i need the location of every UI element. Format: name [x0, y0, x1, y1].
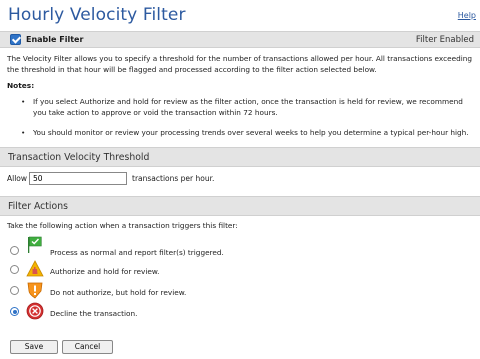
action-option-decline[interactable]: Decline the transaction.: [10, 302, 310, 322]
warning-hand-icon: [26, 260, 44, 277]
page-header: Hourly Velocity Filter Help: [8, 5, 476, 27]
enable-filter-checkbox[interactable]: [10, 34, 21, 45]
cancel-button[interactable]: Cancel: [62, 340, 113, 354]
notes-heading: Notes:: [7, 81, 35, 90]
actions-section-header: Filter Actions: [0, 196, 480, 216]
green-flag-icon: [28, 236, 42, 253]
section-title: Transaction Velocity Threshold: [8, 152, 150, 163]
allow-suffix: transactions per hour.: [132, 174, 215, 183]
option-label: Decline the transaction.: [50, 309, 138, 318]
bullet: •: [21, 97, 26, 106]
radio-no-authorize-hold[interactable]: [10, 286, 19, 295]
option-label: Authorize and hold for review.: [50, 267, 160, 276]
bullet: •: [21, 128, 26, 137]
radio-process[interactable]: [10, 246, 19, 255]
allow-label: Allow: [7, 174, 28, 183]
section-title: Filter Actions: [8, 201, 68, 212]
option-label: Do not authorize, but hold for review.: [50, 288, 187, 297]
enable-filter-bar: Enable Filter Filter Enabled: [0, 31, 480, 48]
option-label: Process as normal and report filter(s) t…: [50, 248, 224, 257]
help-link[interactable]: Help: [458, 11, 476, 20]
note-item: • You should monitor or review your proc…: [21, 128, 473, 139]
action-option-authorize-hold[interactable]: Authorize and hold for review.: [10, 260, 310, 280]
action-option-no-authorize-hold[interactable]: Do not authorize, but hold for review.: [10, 281, 310, 301]
filter-description: The Velocity Filter allows you to specif…: [7, 54, 473, 74]
threshold-input[interactable]: [29, 172, 127, 185]
exclamation-shield-icon: [27, 282, 43, 299]
save-button[interactable]: Save: [10, 340, 58, 354]
decline-x-icon: [26, 302, 44, 320]
velocity-section-header: Transaction Velocity Threshold: [0, 147, 480, 167]
filter-status: Filter Enabled: [415, 35, 474, 45]
note-item: • If you select Authorize and hold for r…: [21, 97, 473, 118]
note-text: If you select Authorize and hold for rev…: [33, 97, 463, 117]
radio-authorize-hold[interactable]: [10, 265, 19, 274]
enable-filter-label[interactable]: Enable Filter: [26, 35, 83, 44]
radio-decline[interactable]: [10, 307, 19, 316]
action-option-process[interactable]: Process as normal and report filter(s) t…: [10, 236, 310, 257]
note-text: You should monitor or review your proces…: [33, 128, 469, 137]
page-title: Hourly Velocity Filter: [8, 5, 186, 25]
actions-intro: Take the following action when a transac…: [7, 221, 238, 230]
